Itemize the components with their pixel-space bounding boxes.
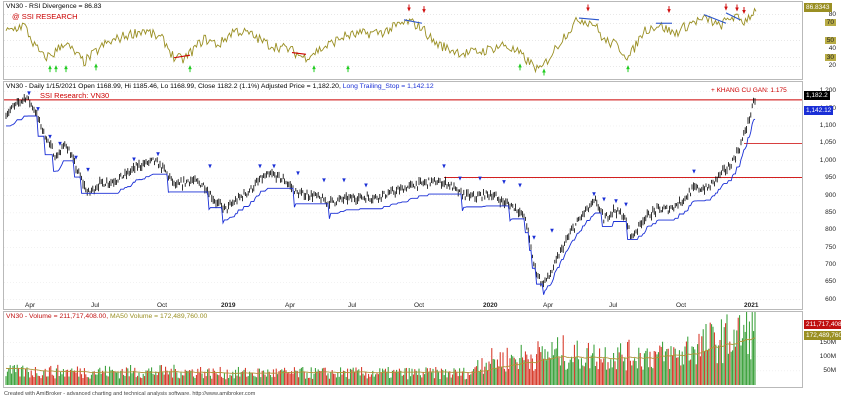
price-tick-label: 1,000 bbox=[819, 156, 836, 164]
sell-signal-arrow bbox=[458, 176, 462, 181]
rsi-title-text: VN30 - RSI Divergence = 86.83 bbox=[6, 3, 102, 10]
sell-signal-arrow bbox=[550, 228, 554, 233]
x-axis-label: Apr bbox=[543, 302, 554, 309]
sell-signal-arrow bbox=[86, 167, 90, 172]
price-plot bbox=[4, 90, 802, 301]
x-axis-label: Apr bbox=[285, 302, 296, 309]
rsi-last-tag: 86.8343 bbox=[804, 2, 832, 12]
price-tick-label: 600 bbox=[825, 295, 836, 303]
sell-signal-arrow bbox=[132, 157, 136, 162]
x-axis-label: Jul bbox=[91, 302, 100, 309]
rsi-sell-arrow bbox=[742, 7, 746, 15]
rsi-buy-arrow bbox=[188, 65, 192, 73]
price-title: VN30 - Daily 1/15/2021 Open 1168.99, Hi … bbox=[6, 83, 434, 91]
rsi-sell-arrow bbox=[407, 4, 411, 12]
rsi-tick-label: 30 bbox=[824, 53, 836, 61]
sell-signal-arrow bbox=[502, 180, 506, 185]
price-tick-label: 850 bbox=[825, 208, 836, 216]
volume-last-tag: 211,717,408 bbox=[804, 320, 841, 330]
rsi-tick-label: 50 bbox=[824, 36, 836, 44]
price-tick-label: 750 bbox=[825, 243, 836, 251]
x-axis-label: Jul bbox=[609, 302, 618, 309]
rsi-buy-arrow bbox=[518, 63, 522, 71]
rsi-watermark: @ SSI RESEARCH bbox=[12, 12, 78, 21]
sell-signal-arrow bbox=[518, 183, 522, 188]
rsi-buy-arrow bbox=[94, 63, 98, 71]
sell-signal-arrow bbox=[478, 176, 482, 181]
sell-signal-arrow bbox=[48, 134, 52, 139]
footer-credit: Created with AmiBroker - advanced charti… bbox=[4, 391, 256, 397]
rsi-buy-arrow bbox=[54, 65, 58, 73]
rsi-axis: 80 70 50 40 30 20 86.8343 bbox=[803, 1, 841, 80]
last-price-tag: 1,182.2 bbox=[804, 91, 830, 101]
rsi-buy-arrow bbox=[312, 65, 316, 73]
volume-axis: 150M 100M 50M 211,717,408 172,489,760 bbox=[803, 311, 841, 388]
sell-signal-arrow bbox=[532, 235, 536, 240]
x-axis-label: Oct bbox=[157, 302, 168, 309]
price-tick-label: 800 bbox=[825, 226, 836, 234]
resistance-label: + KHANG CU GAN: 1.175 bbox=[711, 87, 787, 94]
sell-signal-arrow bbox=[614, 199, 618, 204]
rsi-pane[interactable]: VN30 - RSI Divergence = 86.83 @ SSI RESE… bbox=[3, 1, 803, 80]
sell-signal-arrow bbox=[296, 171, 300, 176]
volume-ma-tag: 172,489,760 bbox=[804, 331, 841, 341]
price-pane[interactable]: VN30 - Daily 1/15/2021 Open 1168.99, Hi … bbox=[3, 81, 803, 310]
sell-signal-arrow bbox=[272, 164, 276, 169]
price-watermark: SSI Research: VN30 bbox=[40, 91, 110, 100]
rsi-plot bbox=[4, 3, 802, 76]
volume-title-ma: MA50 Volume = 172,489,760.00 bbox=[109, 313, 208, 320]
volume-pane[interactable]: VN30 - Volume = 211,717,408.00, MA50 Vol… bbox=[3, 311, 803, 388]
volume-title-main: VN30 - Volume = 211,717,408.00, bbox=[6, 313, 110, 320]
sell-signal-arrow bbox=[27, 91, 31, 96]
price-tick-label: 1,050 bbox=[819, 139, 836, 147]
x-axis-label: 2021 bbox=[744, 302, 759, 309]
volume-plot bbox=[4, 312, 802, 385]
price-tick-label: 900 bbox=[825, 191, 836, 199]
price-title-stop: Long Trailing_Stop = 1,142.12 bbox=[342, 83, 434, 90]
x-axis-label: Oct bbox=[676, 302, 687, 309]
sell-signal-arrow bbox=[602, 197, 606, 202]
sell-signal-arrow bbox=[442, 164, 446, 169]
rsi-tick-label: 70 bbox=[824, 19, 836, 27]
sell-signal-arrow bbox=[692, 169, 696, 174]
rsi-tick-label: 40 bbox=[828, 45, 836, 53]
volume-title: VN30 - Volume = 211,717,408.00, MA50 Vol… bbox=[6, 313, 207, 321]
rsi-line bbox=[5, 7, 757, 74]
rsi-tick-label: 20 bbox=[828, 62, 836, 70]
rsi-sell-arrow bbox=[586, 4, 590, 12]
rsi-sell-arrow bbox=[724, 3, 728, 11]
rsi-sell-arrow bbox=[422, 6, 426, 14]
sell-signal-arrow bbox=[58, 141, 62, 146]
sell-signal-arrow bbox=[322, 178, 326, 183]
trailing-stop-line bbox=[6, 115, 756, 295]
sell-signal-arrow bbox=[258, 164, 262, 169]
sell-signal-arrow bbox=[156, 152, 160, 157]
sell-signal-arrow bbox=[342, 178, 346, 183]
x-axis-label: Oct bbox=[414, 302, 425, 309]
price-axis: 1,2001,1501,1001,0501,000950900850800750… bbox=[803, 81, 841, 310]
price-tick-label: 1,100 bbox=[819, 121, 836, 129]
x-axis-label: Apr bbox=[25, 302, 36, 309]
sell-signal-arrow bbox=[208, 164, 212, 169]
last-stop-tag: 1,142.12 bbox=[804, 106, 834, 116]
price-tick-label: 950 bbox=[825, 174, 836, 182]
rsi-sell-arrow bbox=[667, 6, 671, 14]
rsi-buy-arrow bbox=[542, 68, 546, 76]
sell-signal-arrow bbox=[624, 202, 628, 207]
x-axis-label: 2019 bbox=[221, 302, 236, 309]
rsi-sell-arrow bbox=[735, 4, 739, 12]
price-tick-label: 700 bbox=[825, 261, 836, 269]
volume-tick-label: 50M bbox=[823, 366, 836, 374]
rsi-title: VN30 - RSI Divergence = 86.83 bbox=[6, 3, 101, 11]
sell-signal-arrow bbox=[364, 183, 368, 188]
rsi-buy-arrow bbox=[48, 65, 52, 73]
price-tick-label: 650 bbox=[825, 278, 836, 286]
x-axis-label: Jul bbox=[348, 302, 357, 309]
volume-tick-label: 100M bbox=[819, 352, 836, 360]
rsi-buy-arrow bbox=[626, 65, 630, 73]
x-axis-label: 2020 bbox=[483, 302, 498, 309]
price-title-main: VN30 - Daily 1/15/2021 Open 1168.99, Hi … bbox=[6, 83, 343, 90]
